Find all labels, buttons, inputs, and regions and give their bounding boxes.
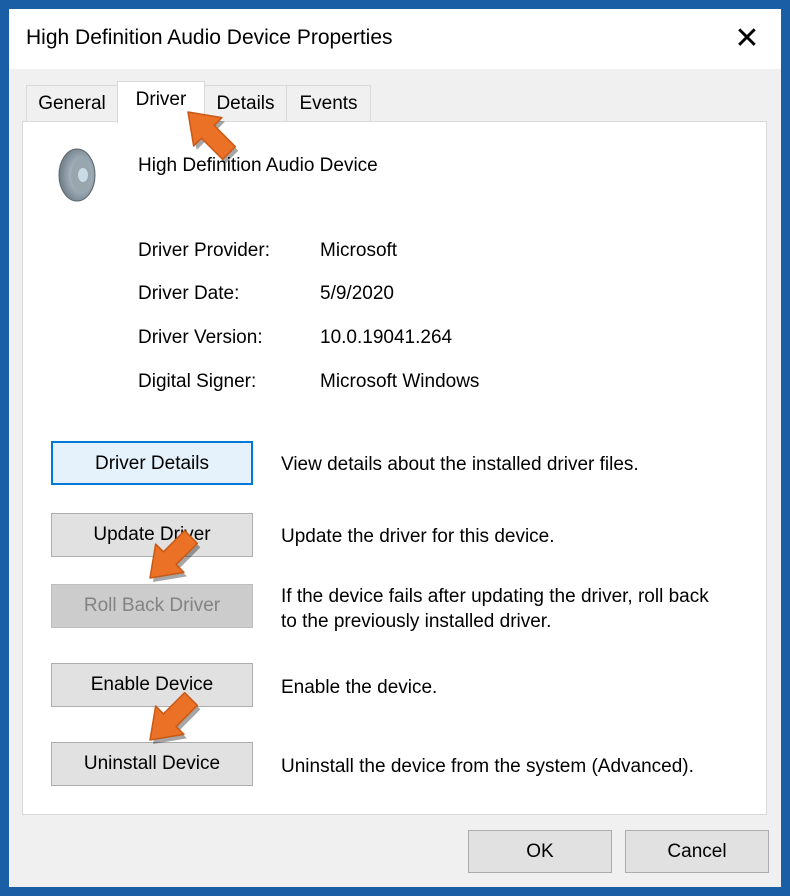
info-label: Driver Version:: [138, 327, 263, 348]
tab-events[interactable]: Events: [286, 85, 371, 122]
close-icon[interactable]: ✕: [727, 19, 767, 59]
info-value: Microsoft Windows: [320, 371, 480, 392]
info-value: 5/9/2020: [320, 283, 394, 304]
cancel-button[interactable]: Cancel: [625, 830, 769, 873]
speaker-icon: [58, 148, 96, 202]
info-label: Driver Provider:: [138, 240, 270, 261]
window-title: High Definition Audio Device Properties: [26, 26, 393, 49]
device-name: High Definition Audio Device: [138, 155, 378, 176]
tab-driver[interactable]: Driver: [117, 81, 205, 123]
action-description: Update the driver for this device.: [281, 526, 555, 547]
info-label: Digital Signer:: [138, 371, 257, 392]
tab-general[interactable]: General: [26, 85, 118, 122]
info-value: 10.0.19041.264: [320, 327, 453, 348]
info-label: Driver Date:: [138, 283, 240, 304]
enable-device-button[interactable]: Enable Device: [51, 663, 253, 707]
tab-details[interactable]: Details: [204, 85, 287, 122]
ok-button[interactable]: OK: [468, 830, 612, 873]
update-driver-button[interactable]: Update Driver: [51, 513, 253, 557]
info-value: Microsoft: [320, 240, 398, 261]
roll-back-driver-button: Roll Back Driver: [51, 584, 253, 628]
driver-details-button[interactable]: Driver Details: [51, 441, 253, 485]
action-description: Uninstall the device from the system (Ad…: [281, 756, 694, 777]
title-bar: High Definition Audio Device Properties …: [9, 9, 781, 69]
uninstall-device-button[interactable]: Uninstall Device: [51, 742, 253, 786]
action-description: If the device fails after updating the d…: [281, 586, 709, 632]
action-description: Enable the device.: [281, 677, 438, 698]
action-description: View details about the installed driver …: [281, 454, 639, 475]
properties-dialog: High Definition Audio Device Properties …: [9, 9, 781, 887]
